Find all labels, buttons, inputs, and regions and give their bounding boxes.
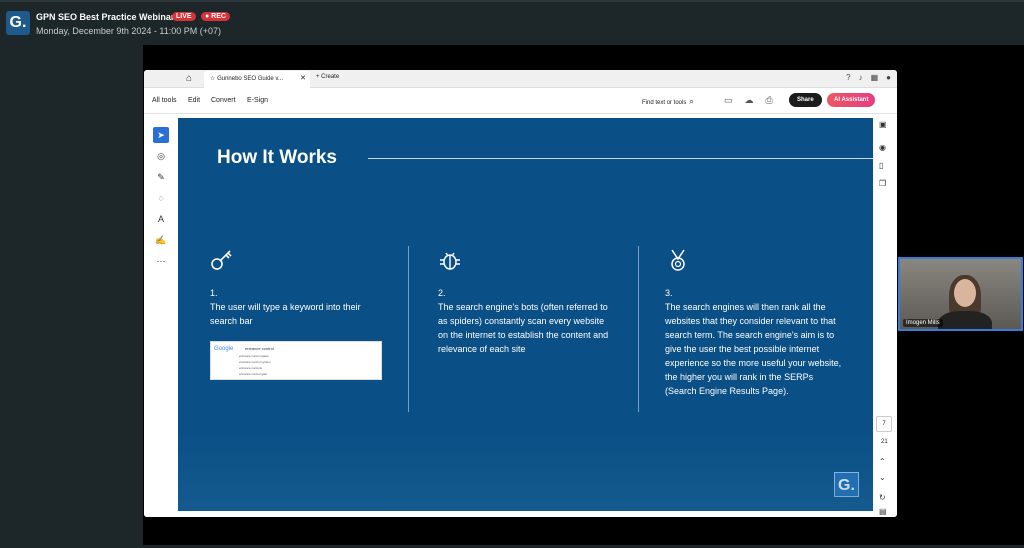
- home-icon[interactable]: ⌂: [186, 73, 192, 84]
- google-logo: Google: [214, 346, 234, 352]
- select-cursor-icon[interactable]: ➤: [153, 127, 169, 143]
- menu-edit[interactable]: Edit: [188, 97, 200, 104]
- participant-face: [954, 279, 976, 307]
- slide-page: How It Works 1. The user will type a key…: [178, 118, 873, 511]
- search-icon: ⌕: [689, 97, 694, 106]
- comment-icon[interactable]: ◎: [153, 148, 169, 164]
- find-label: Find text or tools: [642, 100, 687, 106]
- close-icon[interactable]: ✕: [300, 74, 306, 82]
- step-2: 2. The search engine's bots (often refer…: [438, 286, 613, 356]
- slide-heading: How It Works: [217, 147, 337, 168]
- search-query: entrance control: [245, 346, 274, 351]
- panel-icon[interactable]: ▣: [879, 120, 887, 129]
- participant-video[interactable]: Imogen Mills: [898, 257, 1023, 331]
- gunnebo-logo: G.: [834, 472, 859, 497]
- step-text: The search engine's bots (often referred…: [438, 302, 609, 354]
- gpn-logo: G.: [6, 11, 30, 35]
- bookmark-icon[interactable]: ▯: [879, 161, 883, 170]
- step-number: 1.: [210, 288, 218, 298]
- left-tool-rail: ➤ ◎ ✎ ◌ A ✍ ⋯: [144, 115, 177, 517]
- upload-cloud-icon[interactable]: ☁: [745, 95, 754, 106]
- column-divider: [408, 246, 409, 412]
- tab-title: Gunnebo SEO Guide v...: [217, 76, 283, 82]
- share-button[interactable]: Share: [789, 93, 822, 107]
- pen-icon[interactable]: ✎: [153, 169, 169, 185]
- create-button[interactable]: + Create: [316, 74, 339, 80]
- medal-icon: [671, 249, 685, 271]
- participant-name: Imogen Mills: [903, 319, 943, 327]
- toolbar-icons: ▭ ☁ ⎙: [724, 95, 773, 106]
- google-search-screenshot: Google entrance control entrance control…: [210, 341, 382, 380]
- column-divider: [638, 246, 639, 412]
- rec-badge: ● REC: [201, 12, 230, 21]
- more-icon[interactable]: ⋯: [153, 253, 169, 269]
- bug-icon: [440, 252, 460, 270]
- apps-grid-icon[interactable]: ▦: [871, 73, 879, 82]
- window-controls: ? ♪ ▦ ●: [846, 73, 891, 82]
- menu-all-tools[interactable]: All tools: [152, 97, 177, 104]
- copy-icon[interactable]: ❐: [879, 179, 886, 188]
- profile-icon[interactable]: ●: [886, 73, 891, 82]
- meeting-datetime: Monday, December 9th 2024 - 11:00 PM (+0…: [36, 26, 222, 36]
- meeting-title: GPN SEO Best Practice Webinar: [36, 12, 175, 22]
- suggestion: entrance control gates: [239, 354, 269, 358]
- step-3: 3. The search engines will then rank all…: [665, 286, 845, 398]
- find-tools-button[interactable]: Find text or tools ⌕: [642, 97, 694, 107]
- ai-assistant-button[interactable]: AI Assistant: [827, 93, 876, 107]
- suggestion: entrance control gate: [239, 372, 268, 376]
- star-icon[interactable]: ☆: [210, 76, 215, 82]
- tab-bar: ⌂ ☆ Gunnebo SEO Guide v... ✕ + Create ? …: [144, 70, 897, 88]
- refresh-icon[interactable]: ↻: [879, 493, 886, 502]
- bell-icon[interactable]: ♪: [859, 73, 863, 82]
- print-icon[interactable]: ⎙: [766, 95, 773, 106]
- menu-convert[interactable]: Convert: [211, 97, 236, 104]
- chevron-down-icon[interactable]: ⌄: [879, 473, 886, 482]
- step-text: The user will type a keyword into their …: [210, 302, 361, 326]
- step-1: 1. The user will type a keyword into the…: [210, 286, 385, 328]
- step-text: The search engines will then rank all th…: [665, 302, 842, 396]
- text-box-icon[interactable]: A: [153, 211, 169, 227]
- lasso-icon[interactable]: ◌: [153, 190, 169, 206]
- page-total: 21: [881, 439, 888, 445]
- step-number: 2.: [438, 288, 446, 298]
- menu-esign[interactable]: E-Sign: [247, 97, 268, 104]
- key-icon: [211, 250, 232, 270]
- main-toolbar: All tools Edit Convert E-Sign Find text …: [144, 89, 897, 114]
- help-icon[interactable]: ?: [846, 73, 850, 82]
- right-tool-rail: ▣ ◉ ▯ ❐ 7 21 ⌃ ⌄ ↻ ▤: [873, 115, 897, 517]
- step-number: 3.: [665, 288, 673, 298]
- comment-panel-icon[interactable]: ◉: [879, 143, 886, 152]
- suggestion: entrance controls: [239, 366, 263, 370]
- page-icon[interactable]: ▤: [879, 507, 887, 516]
- title-divider: [368, 158, 873, 159]
- save-icon[interactable]: ▭: [724, 95, 733, 106]
- pdf-viewer-window: ⌂ ☆ Gunnebo SEO Guide v... ✕ + Create ? …: [144, 70, 897, 517]
- chevron-up-icon[interactable]: ⌃: [879, 457, 886, 466]
- page-number-field[interactable]: 7: [876, 416, 892, 432]
- signature-icon[interactable]: ✍: [153, 232, 169, 248]
- suggestion: entrance control system: [239, 360, 271, 364]
- live-badge: LIVE: [172, 12, 196, 21]
- meeting-header: G. GPN SEO Best Practice Webinar LIVE ● …: [0, 0, 1024, 44]
- tab-document[interactable]: ☆ Gunnebo SEO Guide v... ✕: [204, 71, 310, 88]
- participant-body: [938, 311, 992, 329]
